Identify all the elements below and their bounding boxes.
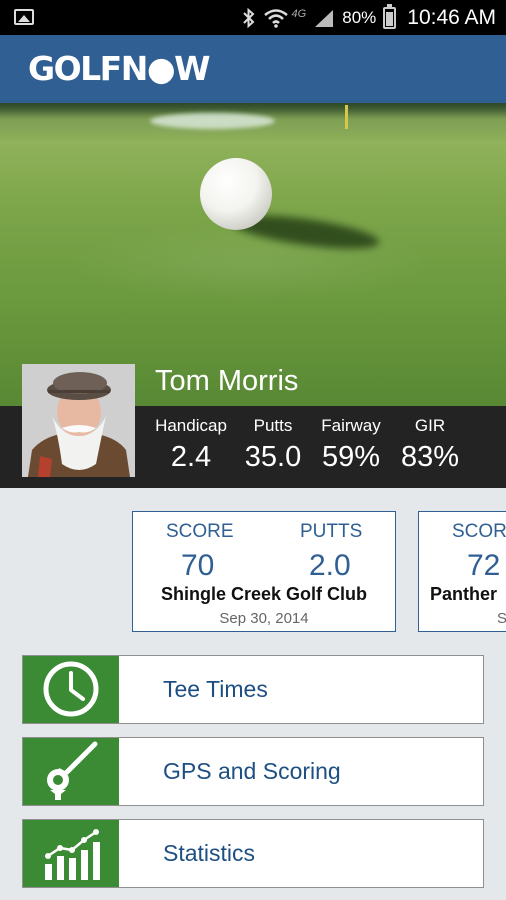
putts-label: PUTTS [300,521,363,542]
stat-putts: Putts 35.0 [243,416,303,474]
round-card[interactable]: SCORE PUTTS 70 2.0 Shingle Creek Golf Cl… [132,511,396,632]
gallery-notification-icon [14,9,34,25]
round-date: Sep 30, 2014 [219,610,309,627]
stat-gir: GIR 83% [399,416,461,474]
golf-ball-image [200,158,272,230]
menu-statistics[interactable]: Statistics [22,819,484,888]
stat-handicap: Handicap 2.4 [155,416,227,474]
course-name: Panther [430,584,498,604]
menu-icon-box [23,656,119,723]
stat-value: 2.4 [170,441,212,473]
putts-value: 2.0 [309,549,351,582]
golfnow-logo[interactable]: GOLFN●W [28,49,211,88]
course-name: Shingle Creek Golf Club [160,584,368,604]
stat-label: Putts [253,416,293,435]
flag-pin [345,105,348,129]
menu-icon-box [23,738,119,805]
wifi-icon [263,8,288,28]
stat-value: 59% [321,441,381,473]
network-type-label: 4G [291,7,307,20]
stat-fairway: Fairway 59% [318,416,384,474]
menu-icon-box [23,820,119,887]
menu-label: Tee Times [163,676,268,702]
player-name: Tom Morris [155,365,299,397]
battery-percent: 80% [342,7,377,27]
menu-label: GPS and Scoring [163,758,341,784]
golf-club-ball-icon [47,741,98,800]
clock-icon [43,661,99,717]
bluetooth-icon [242,7,255,28]
menu-tee-times[interactable]: Tee Times [22,655,484,724]
score-label: SCORE [166,521,234,542]
stat-label: Handicap [155,416,227,435]
stat-value: 83% [400,441,460,473]
stat-label: GIR [414,416,446,435]
round-card[interactable]: SCOR 72 Panther S [418,511,506,632]
bar-chart-icon [45,829,100,880]
avatar-photo [22,364,135,477]
signal-icon [315,9,334,27]
profile-hero: Tom Morris Handicap 2.4 Putts 35.0 Fairw… [0,103,506,488]
battery-icon [383,3,397,29]
stat-value: 35.0 [244,441,302,473]
avatar[interactable] [22,364,135,477]
sand-bunker [150,113,275,129]
menu-label: Statistics [163,840,256,866]
app-bar: GOLFN●W [0,35,506,103]
status-bar: 4G 80% 10:46 AM [0,0,506,35]
score-label: SCOR [452,521,506,542]
recent-rounds-carousel[interactable]: SCORE PUTTS 70 2.0 Shingle Creek Golf Cl… [0,488,506,640]
score-value: 72 [467,549,501,582]
round-date: S [497,610,506,627]
status-indicators: 4G 80% 10:46 AM [242,0,496,35]
score-value: 70 [181,549,215,582]
stat-label: Fairway [321,416,381,435]
menu-gps-and-scoring[interactable]: GPS and Scoring [22,737,484,806]
clock-time: 10:46 AM [407,5,496,29]
